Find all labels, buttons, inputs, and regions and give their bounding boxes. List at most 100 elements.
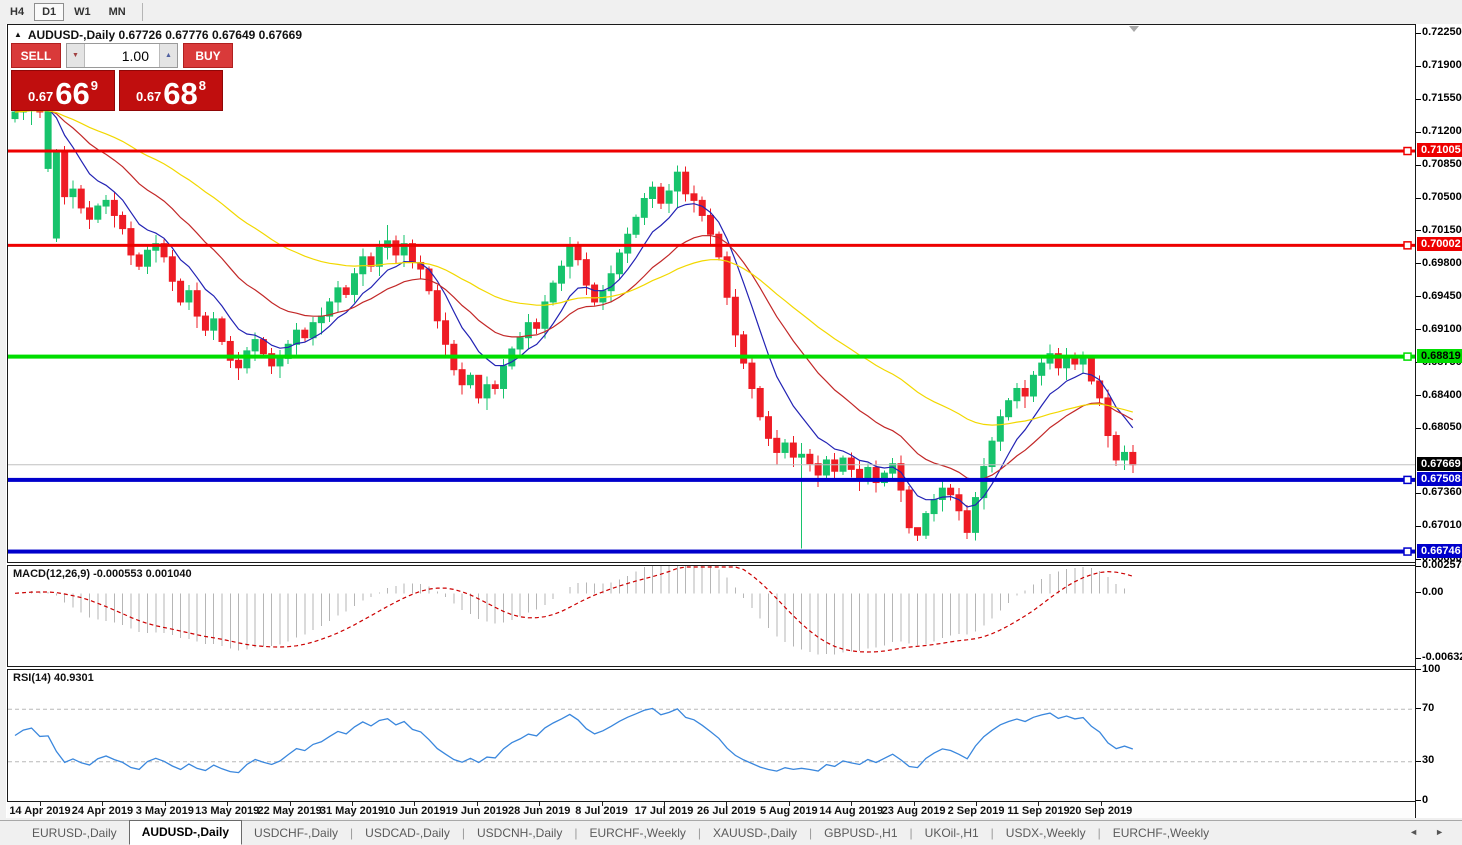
timeframe-button-d1[interactable]: D1 [34, 2, 65, 21]
price-label: 0.69800 [1422, 256, 1462, 269]
macd-label: MACD(12,26,9) -0.000553 0.001040 [13, 568, 192, 580]
price-label: 0.70500 [1422, 191, 1462, 203]
price-label: 0.69450 [1422, 289, 1462, 302]
horizontal-line[interactable] [8, 477, 1415, 482]
horizontal-line[interactable] [8, 243, 1415, 247]
tab-usdx-weekly[interactable]: USDX-,Weekly [994, 822, 1098, 845]
price-label: 0.67010 [1422, 519, 1462, 532]
rsi-axis-label: 0 [1422, 793, 1429, 806]
sell-price-tile[interactable]: 0.67 66 9 [11, 70, 115, 111]
ma-line-fast[interactable] [14, 105, 1134, 508]
buy-price-small: 0.67 [135, 89, 162, 104]
triangle-up-icon: ▲ [165, 52, 172, 59]
timeframe-button-w1[interactable]: W1 [66, 3, 99, 21]
toolbar-separator [141, 2, 143, 21]
price-label: 0.68400 [1422, 388, 1462, 401]
tab-xauusd-daily[interactable]: XAUUSD-,Daily [701, 822, 809, 845]
one-click-trading-widget: SELL ▼ ▲ BUY 0.67 66 9 0.67 [11, 43, 233, 111]
scale-tick [1416, 329, 1421, 330]
price-label: 0.70850 [1422, 158, 1462, 171]
chart-ohlc-values: 0.67726 0.67776 0.67649 0.67669 [118, 28, 303, 42]
tab-eurchf-weekly[interactable]: EURCHF-,Weekly [1101, 822, 1221, 845]
scale-tick [1416, 99, 1421, 100]
level-price-badge: 0.71005 [1417, 143, 1462, 158]
tab-gbpusd-h1[interactable]: GBPUSD-,H1 [812, 822, 909, 845]
tab-audusd-daily[interactable]: AUDUSD-,Daily [128, 820, 243, 845]
current-price-badge: 0.67669 [1417, 456, 1462, 471]
volume-increase-button[interactable]: ▲ [160, 44, 177, 67]
level-price-badge: 0.68819 [1417, 348, 1462, 363]
scale-tick [1416, 708, 1421, 709]
scale-tick [1416, 592, 1421, 593]
sell-button[interactable]: SELL [11, 43, 61, 68]
symbol-tab-bar: EURUSD-,Daily AUDUSD-,Daily USDCHF-,Daily |… [0, 820, 1462, 845]
tab-scroll-right-icon[interactable]: ► [1435, 827, 1444, 837]
scale-tick [1416, 165, 1421, 166]
scale-tick [1416, 566, 1421, 567]
scale-tick [1416, 761, 1421, 762]
price-label: 0.72250 [1422, 26, 1462, 39]
tab-usdcnh-daily[interactable]: USDCNH-,Daily [465, 822, 574, 845]
volume-decrease-button[interactable]: ▼ [67, 44, 84, 67]
horizontal-line[interactable] [8, 149, 1415, 153]
scale-tick [1416, 263, 1421, 264]
horizontal-line[interactable] [8, 354, 1415, 359]
tab-scroll-left-icon[interactable]: ◄ [1409, 827, 1418, 837]
sell-price-small: 0.67 [27, 89, 54, 104]
collapse-triangle-icon: ▲ [14, 30, 22, 39]
tab-ukoil-h1[interactable]: UKOil-,H1 [913, 822, 991, 845]
price-label: 0.71200 [1422, 125, 1462, 138]
mt4-window: H4 D1 W1 MN ▲ AUDUSD-,Daily 0.67726 0.67776… [0, 0, 1462, 845]
sell-price-pip: 9 [90, 78, 99, 93]
tab-usdchf-daily[interactable]: USDCHF-,Daily [242, 822, 350, 845]
macd-chart[interactable] [8, 566, 1415, 666]
scale-tick [1416, 198, 1421, 199]
scale-tick [1416, 66, 1421, 67]
buy-price-big: 68 [163, 75, 198, 111]
scale-tick [1416, 493, 1421, 494]
timeframe-button-h4[interactable]: H4 [2, 3, 32, 21]
rsi-axis-label: 30 [1422, 754, 1435, 767]
buy-button[interactable]: BUY [183, 43, 233, 68]
scale-tick [1416, 669, 1421, 670]
price-scale[interactable]: 0.72250 0.71900 0.71550 0.71200 0.70850 0.705… [1415, 24, 1462, 818]
level-price-badge: 0.70002 [1417, 237, 1462, 252]
volume-input[interactable] [84, 44, 160, 67]
rsi-axis-label: 100 [1422, 662, 1441, 675]
timeframe-button-mn[interactable]: MN [101, 3, 134, 21]
chart-shift-marker-icon [1129, 26, 1139, 32]
tab-eurchf-weekly[interactable]: EURCHF-,Weekly [577, 822, 697, 845]
timeframe-toolbar: H4 D1 W1 MN [0, 0, 1462, 23]
scale-tick [1416, 230, 1421, 231]
buy-price-tile[interactable]: 0.67 68 8 [119, 70, 223, 111]
rsi-axis-label: 70 [1422, 701, 1435, 714]
scale-tick [1416, 658, 1421, 659]
scale-tick [1416, 296, 1421, 297]
triangle-down-icon: ▼ [72, 52, 79, 59]
line-handle[interactable] [1403, 241, 1412, 250]
macd-axis-label: 0.00 [1422, 585, 1444, 598]
sell-price-big: 66 [55, 75, 90, 111]
volume-stepper: ▼ ▲ [66, 43, 178, 68]
line-handle[interactable] [1403, 352, 1412, 361]
rsi-label: RSI(14) 40.9301 [13, 672, 94, 684]
horizontal-line[interactable] [8, 549, 1415, 554]
rsi-pane[interactable]: RSI(14) 40.9301 [7, 669, 1415, 802]
macd-axis-label: 0.002574 [1422, 559, 1462, 572]
buy-price-pip: 8 [198, 78, 207, 93]
price-label: 0.71550 [1422, 92, 1462, 105]
price-pane[interactable]: ▲ AUDUSD-,Daily 0.67726 0.67776 0.67649 … [7, 24, 1415, 563]
tab-eurusd-daily[interactable]: EURUSD-,Daily [20, 822, 129, 845]
line-handle[interactable] [1403, 547, 1412, 556]
ma-line-slow[interactable] [14, 110, 1133, 426]
price-label: 0.70150 [1422, 223, 1462, 236]
price-label: 0.68050 [1422, 421, 1462, 434]
line-handle[interactable] [1403, 475, 1412, 485]
rsi-chart[interactable] [8, 670, 1415, 801]
line-handle[interactable] [1403, 146, 1412, 156]
tab-usdcad-daily[interactable]: USDCAD-,Daily [353, 822, 462, 845]
macd-pane[interactable]: MACD(12,26,9) -0.000553 0.001040 [7, 565, 1415, 667]
price-label: 0.67360 [1422, 486, 1462, 499]
level-price-badge: 0.67508 [1417, 471, 1462, 486]
time-axis[interactable]: 14 Apr 2019 24 Apr 2019 3 May 2019 13 May 2… [7, 802, 1414, 818]
